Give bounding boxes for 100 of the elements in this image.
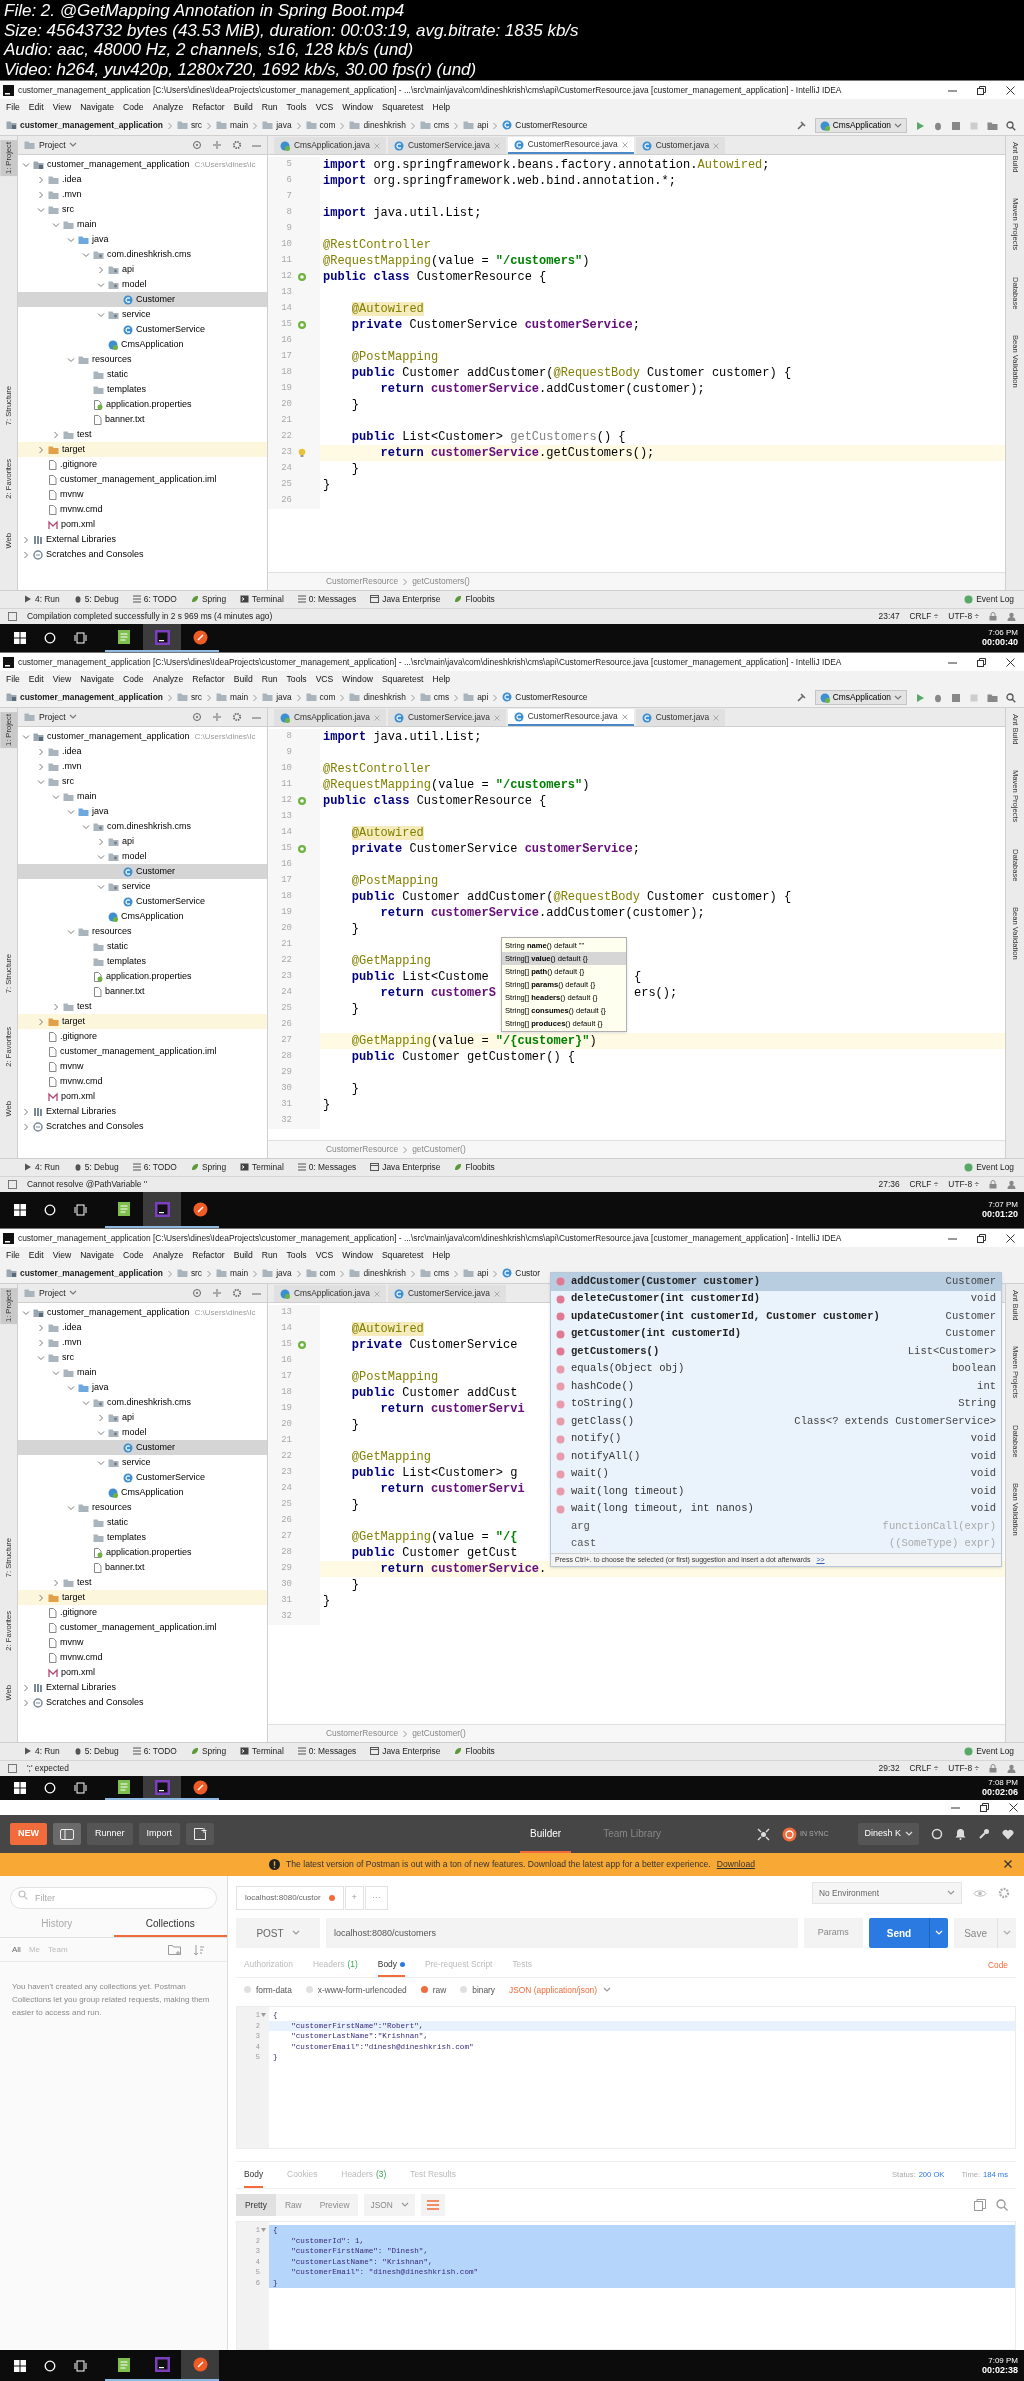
breadcrumb-item[interactable]: main <box>216 119 249 132</box>
menu-item[interactable]: Navigate <box>80 1249 115 1262</box>
sync-icon[interactable] <box>782 1826 798 1842</box>
status-item[interactable]: UTF-8 ÷ <box>948 610 979 623</box>
status-item[interactable]: 23:47 <box>878 610 900 623</box>
tree-item[interactable]: .gitignore <box>18 1029 267 1044</box>
menu-item[interactable]: Squaretest <box>381 1249 424 1262</box>
task-view-icon[interactable] <box>74 1782 87 1794</box>
wrap-lines-button[interactable] <box>420 2194 445 2216</box>
tree-item[interactable]: CustomerService <box>18 894 267 909</box>
tree-item[interactable]: static <box>18 939 267 954</box>
tool-window-button[interactable]: 4: Run <box>24 1161 60 1174</box>
restore-icon[interactable] <box>977 85 986 95</box>
environment-select[interactable]: No Environment <box>812 1882 962 1904</box>
tree-item[interactable]: model <box>18 277 267 292</box>
editor-tab[interactable]: CmsApplication.java <box>274 137 386 154</box>
menu-item[interactable]: Edit <box>28 1249 44 1262</box>
tree-item[interactable]: test <box>18 999 267 1014</box>
tree-item[interactable]: .idea <box>18 1320 267 1335</box>
event-log-button[interactable]: Event Log <box>964 593 1014 606</box>
tool-window-button[interactable]: 5: Debug <box>73 593 119 606</box>
menu-item[interactable]: View <box>52 1249 72 1262</box>
sidebar-tab[interactable]: Collections <box>113 1912 227 1937</box>
breadcrumb-item[interactable]: java <box>262 1267 292 1280</box>
tree-item[interactable]: com.dineshkrish.cms <box>18 1395 267 1410</box>
editor-tab[interactable]: Customer.java <box>635 137 726 154</box>
breadcrumb-item[interactable]: src <box>176 119 203 132</box>
tree-item[interactable]: mvnw <box>18 1059 267 1074</box>
menu-item[interactable]: VCS <box>315 101 334 114</box>
tree-item[interactable]: application.properties <box>18 397 267 412</box>
status-item[interactable]: 27:36 <box>878 1178 900 1191</box>
copy-icon[interactable] <box>974 2199 986 2211</box>
tree-item[interactable]: External Libraries <box>18 1104 267 1119</box>
owner-filter[interactable]: All <box>12 1943 21 1956</box>
tree-item[interactable]: External Libraries <box>18 532 267 547</box>
status-item[interactable]: CRLF ÷ <box>909 1762 939 1775</box>
tree-item[interactable]: Customer <box>18 1440 267 1455</box>
task-view-icon[interactable] <box>74 632 87 644</box>
breadcrumb-item[interactable]: cms <box>419 119 450 132</box>
windows-start-icon[interactable] <box>14 1204 26 1216</box>
search-icon[interactable] <box>1006 692 1016 703</box>
search-icon[interactable] <box>996 2199 1008 2211</box>
menu-item[interactable]: Edit <box>28 101 44 114</box>
menu-item[interactable]: View <box>52 673 72 686</box>
heart-icon[interactable] <box>1002 1828 1014 1840</box>
completion-item[interactable]: notify() void <box>551 1430 1001 1448</box>
tree-item[interactable]: CustomerService <box>18 322 267 337</box>
menu-item[interactable]: Navigate <box>80 673 115 686</box>
editor-tab[interactable]: CustomerResource.java <box>507 709 634 726</box>
menu-item[interactable]: Build <box>233 1249 253 1262</box>
tree-item[interactable]: mvnw.cmd <box>18 1650 267 1665</box>
menu-item[interactable]: Window <box>342 1249 373 1262</box>
tool-window-button[interactable]: 6: TODO <box>132 593 177 606</box>
menu-item[interactable]: Help <box>432 1249 451 1262</box>
breadcrumb-item[interactable]: Custor <box>502 1267 540 1280</box>
menu-item[interactable]: Run <box>261 1249 278 1262</box>
breadcrumb-item[interactable]: cms <box>419 691 450 704</box>
gear-icon[interactable] <box>998 1887 1010 1899</box>
tool-window-button[interactable]: Floobits <box>454 593 495 606</box>
request-tab[interactable]: localhost:8080/custor <box>236 1886 344 1910</box>
project-view-selector[interactable]: Project <box>39 138 77 152</box>
status-item[interactable]: CRLF ÷ <box>909 1178 939 1191</box>
menu-item[interactable]: Build <box>233 673 253 686</box>
tool-window-button[interactable]: 4: Run <box>24 593 60 606</box>
menu-item[interactable]: Window <box>342 673 373 686</box>
method-select[interactable]: POST <box>236 1918 320 1948</box>
tree-item[interactable]: java <box>18 232 267 247</box>
tree-item[interactable]: target <box>18 1590 267 1605</box>
fold-caret-icon[interactable] <box>261 2013 266 2018</box>
editor-tab[interactable]: CmsApplication.java <box>274 1285 386 1302</box>
tree-item[interactable]: CmsApplication <box>18 909 267 924</box>
breadcrumb-item[interactable]: dineshkrish <box>349 691 406 704</box>
tree-item[interactable]: main <box>18 789 267 804</box>
menu-item[interactable]: File <box>6 673 20 686</box>
menu-item[interactable]: Help <box>432 673 451 686</box>
breadcrumb-item[interactable]: main <box>216 691 249 704</box>
menu-item[interactable]: Run <box>261 673 278 686</box>
tree-item[interactable]: CmsApplication <box>18 337 267 352</box>
event-log-button[interactable]: Event Log <box>964 1161 1014 1174</box>
breadcrumb-item[interactable]: CustomerResource <box>326 1143 399 1156</box>
url-field[interactable]: localhost:8080/customers <box>326 1918 798 1948</box>
tree-item[interactable]: Scratches and Consoles <box>18 1695 267 1710</box>
tree-item[interactable]: mvnw <box>18 1635 267 1650</box>
tool-window-button[interactable]: Floobits <box>454 1745 495 1758</box>
breadcrumb-item[interactable]: api <box>463 1267 489 1280</box>
tree-item[interactable]: static <box>18 367 267 382</box>
tree-item[interactable]: java <box>18 1380 267 1395</box>
editor-tab[interactable]: CustomerService.java <box>387 709 506 726</box>
breadcrumb-item[interactable]: com <box>305 1267 336 1280</box>
breadcrumb-item[interactable]: java <box>262 119 292 132</box>
run-configuration-select[interactable]: CmsApplication <box>814 118 907 133</box>
body-type-radio[interactable]: form-data <box>244 1983 292 1997</box>
tree-item[interactable]: customer_management_application.iml <box>18 1620 267 1635</box>
tool-window-button[interactable]: 0: Messages <box>297 593 357 606</box>
fold-caret-icon[interactable] <box>261 2228 266 2233</box>
menu-item[interactable]: Refactor <box>192 673 225 686</box>
tree-item[interactable]: CmsApplication <box>18 1485 267 1500</box>
tree-item[interactable]: com.dineshkrish.cms <box>18 819 267 834</box>
restore-icon[interactable] <box>977 657 986 667</box>
breadcrumb-item[interactable]: api <box>463 691 489 704</box>
